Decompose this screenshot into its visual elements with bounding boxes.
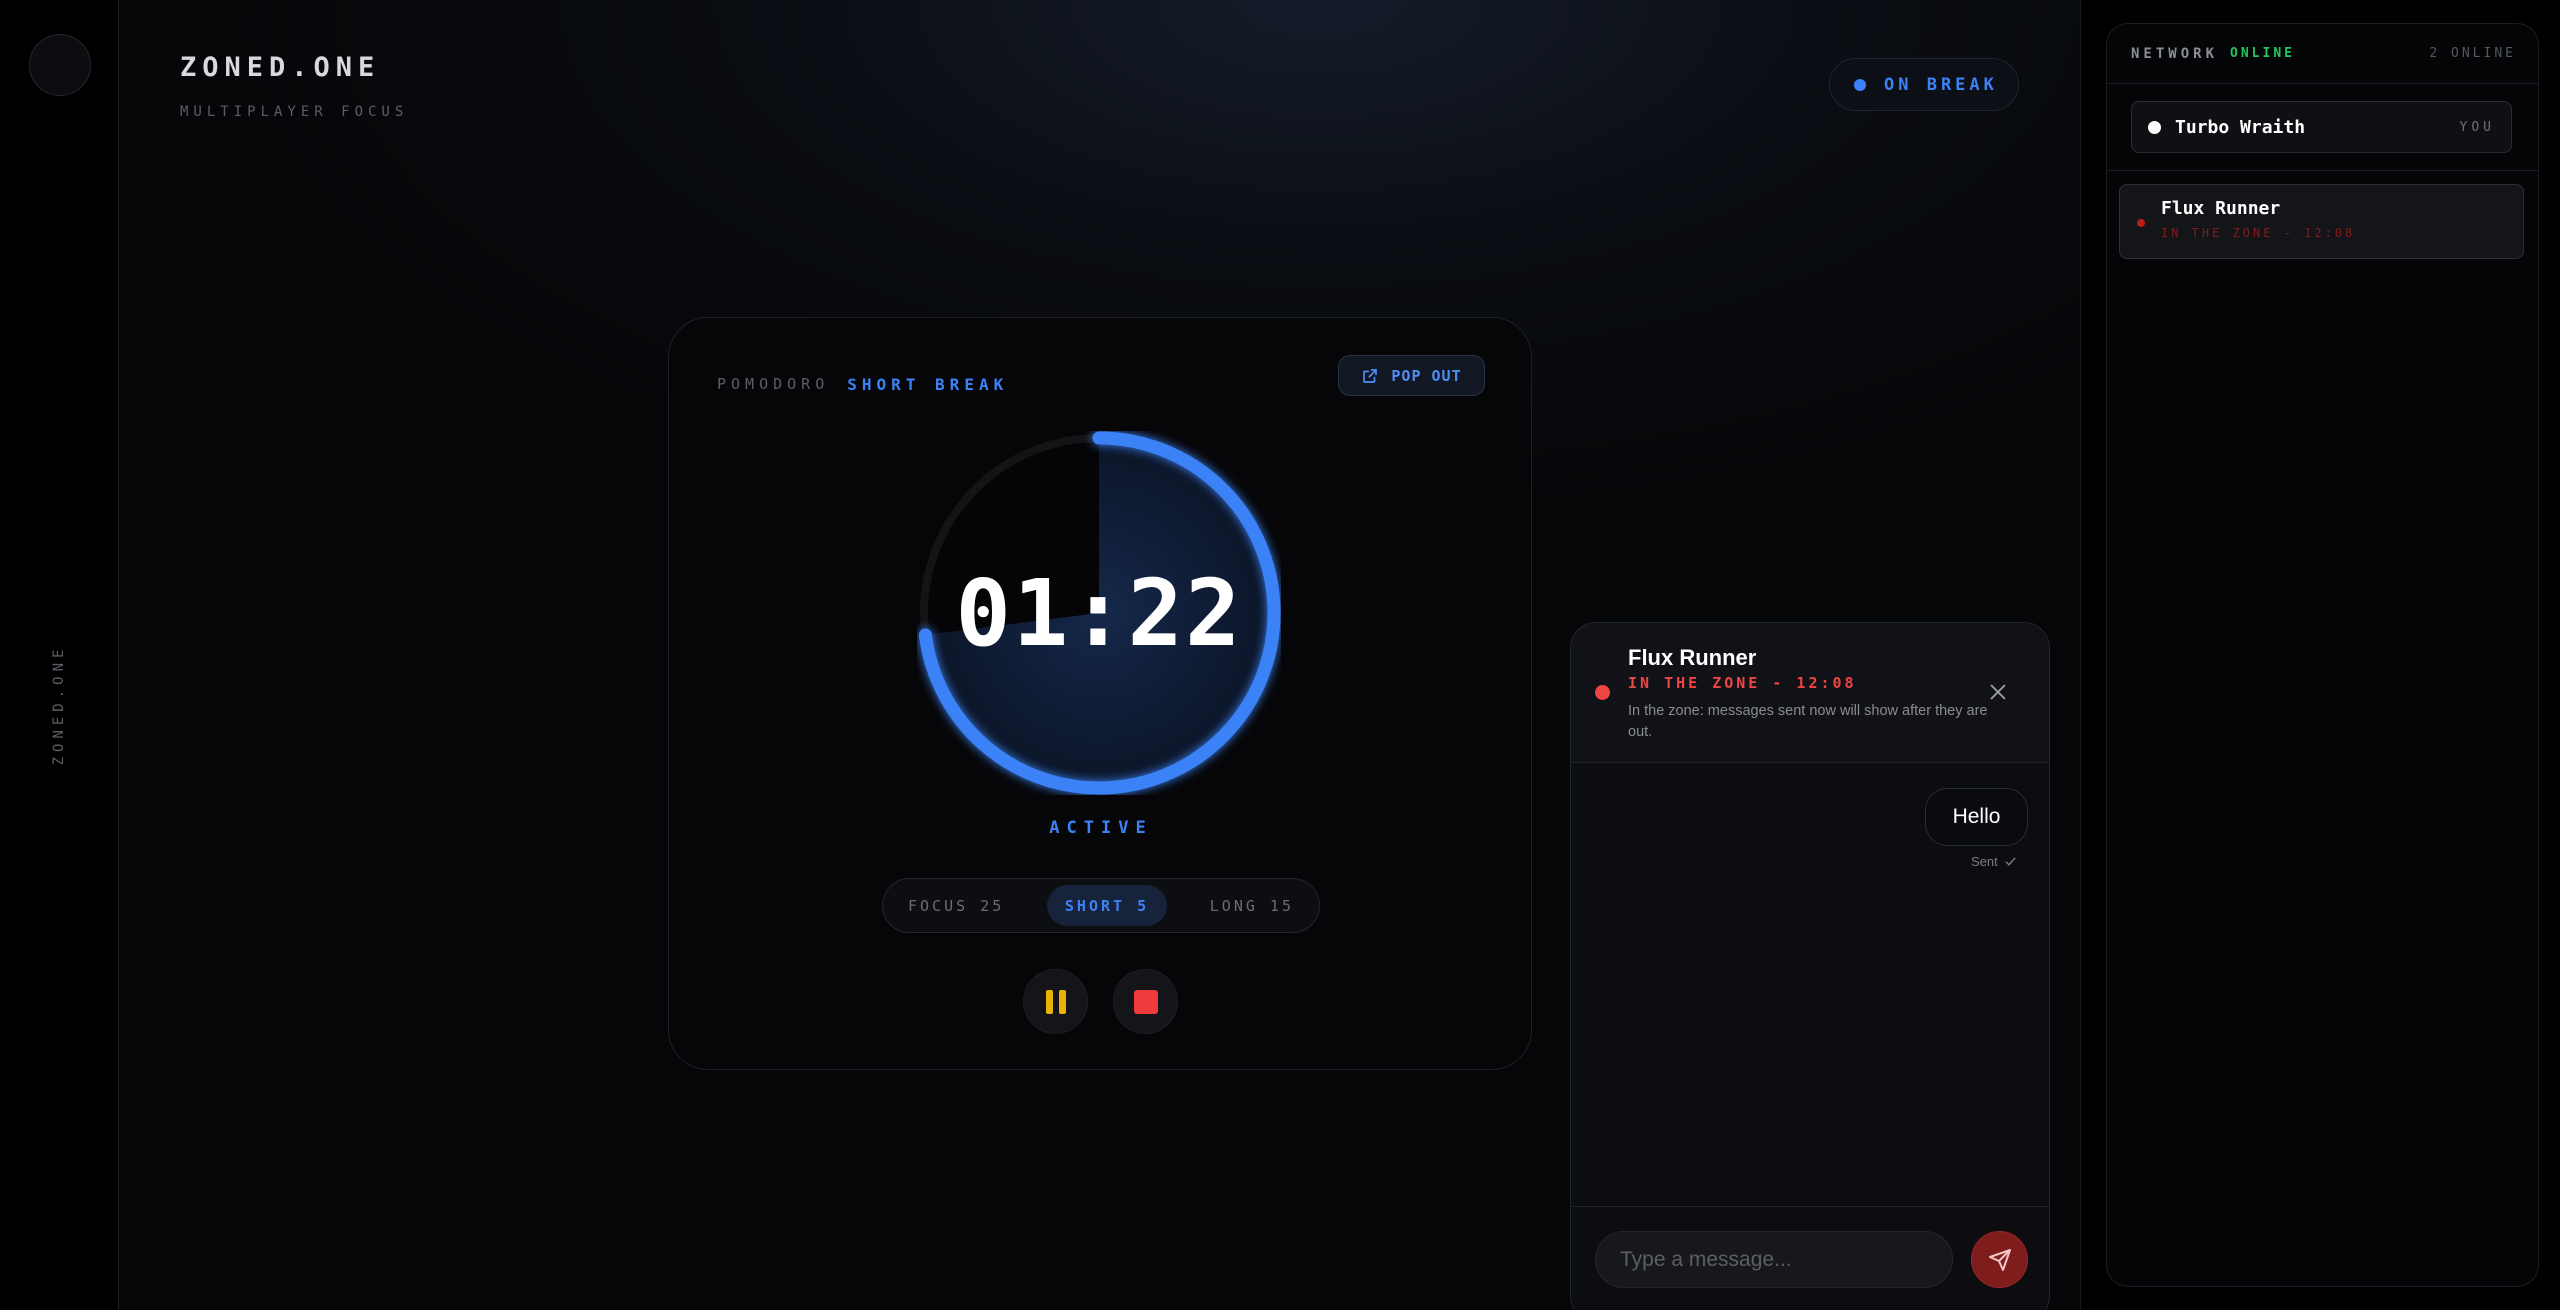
timer-state: ACTIVE <box>1049 818 1153 838</box>
pop-out-label: POP OUT <box>1391 366 1462 385</box>
pause-icon-bar <box>1058 989 1066 1014</box>
timer-card: POMODORO SHORT BREAK POP OUT 01:22 ACTIV… <box>668 317 1532 1070</box>
send-button[interactable] <box>1971 1231 2028 1288</box>
online-count: 2 ONLINE <box>2429 46 2516 61</box>
chat-note: In the zone: messages sent now will show… <box>1628 703 1988 740</box>
message-status-label: Sent <box>1971 854 1998 869</box>
main-stage: ZONED.ONE MULTIPLAYER FOCUS ON BREAK POM… <box>120 0 2080 1310</box>
message-input[interactable] <box>1595 1231 1953 1288</box>
pop-out-button[interactable]: POP OUT <box>1338 355 1485 396</box>
chat-peer-status: IN THE ZONE - 12:08 <box>1628 674 1857 692</box>
avatar[interactable] <box>29 34 91 96</box>
check-icon <box>2005 857 2016 866</box>
chat-message: Hello <box>1925 788 2028 846</box>
preset-long[interactable]: LONG 15 <box>1192 885 1312 926</box>
preset-switcher: FOCUS 25 SHORT 5 LONG 15 <box>882 878 1320 933</box>
chat-window: Flux Runner IN THE ZONE - 12:08 In the z… <box>1570 622 2050 1310</box>
network-header: NETWORK ONLINE 2 ONLINE <box>2107 24 2538 84</box>
right-sidebar: NETWORK ONLINE 2 ONLINE Turbo Wraith YOU… <box>2080 0 2560 1310</box>
chat-peer-name: Flux Runner <box>1628 645 1757 670</box>
pause-icon <box>1045 989 1053 1014</box>
chat-header: Flux Runner IN THE ZONE - 12:08 In the z… <box>1571 623 2049 763</box>
status-dot <box>1854 78 1866 91</box>
left-rail: ZONED.ONE <box>0 0 119 1310</box>
external-link-icon <box>1363 368 1378 383</box>
peer-row[interactable]: Flux Runner IN THE ZONE - 12:08 <box>2119 184 2524 259</box>
network-panel: NETWORK ONLINE 2 ONLINE Turbo Wraith YOU… <box>2106 23 2539 1287</box>
timer-mode-kind: POMODORO <box>717 375 830 393</box>
chat-composer <box>1571 1206 2049 1310</box>
status-label: ON BREAK <box>1884 74 1998 95</box>
preset-focus[interactable]: FOCUS 25 <box>890 885 1022 926</box>
peer-name: Flux Runner <box>2161 198 2281 219</box>
preset-short[interactable]: SHORT 5 <box>1046 885 1168 926</box>
rail-brand: ZONED.ONE <box>51 644 67 766</box>
network-title: NETWORK <box>2131 45 2219 62</box>
timer-mode-name: SHORT BREAK <box>847 375 1009 394</box>
close-icon[interactable] <box>1987 681 2009 703</box>
presence-dot <box>1595 685 1610 700</box>
app-title: ZONED.ONE <box>180 52 381 83</box>
peer-status: IN THE ZONE - 12:08 <box>2161 226 2356 240</box>
divider <box>2107 170 2538 171</box>
presence-dot <box>2148 120 2161 134</box>
timer-mode: POMODORO SHORT BREAK <box>717 375 1008 394</box>
message-status: Sent <box>1971 854 2017 869</box>
stop-icon <box>1133 989 1158 1014</box>
app-subtitle: MULTIPLAYER FOCUS <box>180 104 409 120</box>
timer-display: 01:22 <box>955 559 1243 667</box>
self-user-name: Turbo Wraith <box>2175 116 2306 138</box>
send-icon <box>1988 1248 2011 1271</box>
status-badge: ON BREAK <box>1829 58 2019 111</box>
stop-button[interactable] <box>1113 969 1178 1034</box>
self-user-row[interactable]: Turbo Wraith YOU <box>2131 101 2512 153</box>
presence-dot <box>2137 219 2145 227</box>
self-user-tag: YOU <box>2459 119 2495 135</box>
pause-button[interactable] <box>1023 969 1088 1034</box>
network-state: ONLINE <box>2230 46 2295 61</box>
